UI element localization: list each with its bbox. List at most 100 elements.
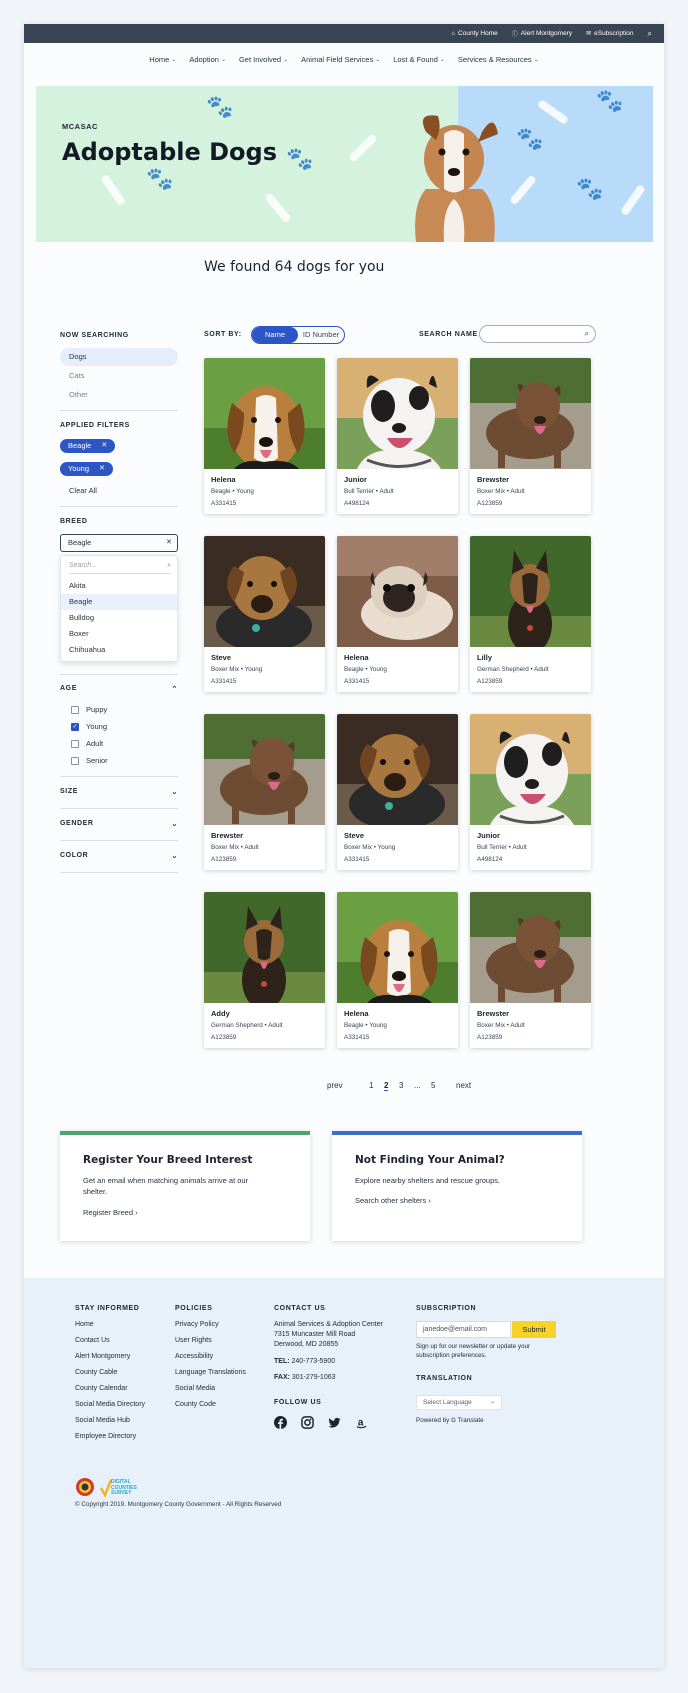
- pagination-page-5[interactable]: 5: [431, 1081, 435, 1090]
- footer-link[interactable]: Privacy Policy: [175, 1321, 219, 1328]
- gender-accordion-header[interactable]: GENDER ⌄: [60, 820, 178, 828]
- clear-all-link[interactable]: Clear All: [69, 486, 97, 495]
- footer-link[interactable]: Social Media: [175, 1385, 215, 1392]
- dog-photo[interactable]: [470, 358, 591, 469]
- pagination-page-2[interactable]: 2: [384, 1081, 389, 1091]
- search-button[interactable]: ⌕: [648, 29, 652, 39]
- species-cats[interactable]: Cats: [60, 367, 178, 385]
- nav-item-services-resources[interactable]: Services & Resources ⌄: [458, 55, 539, 64]
- nav-item-home[interactable]: Home ⌄: [149, 55, 176, 64]
- county-home-link[interactable]: ⌂ County Home: [451, 30, 497, 37]
- sort-option-id-number[interactable]: ID Number: [298, 327, 344, 343]
- footer-link[interactable]: Accessibility: [175, 1353, 213, 1360]
- pagination-page-1[interactable]: 1: [369, 1081, 373, 1090]
- breed-option-bulldog[interactable]: Bulldog: [61, 610, 177, 626]
- dog-card[interactable]: Steve Boxer Mix • Young A331415: [337, 714, 458, 870]
- dog-photo[interactable]: [337, 358, 458, 469]
- age-option-adult[interactable]: Adult: [71, 739, 103, 748]
- size-accordion-header[interactable]: SIZE ⌄: [60, 788, 178, 796]
- breed-option-chihuahua[interactable]: Chihuahua: [61, 642, 177, 658]
- instagram-icon[interactable]: [301, 1416, 314, 1429]
- dog-photo[interactable]: [337, 892, 458, 1003]
- pagination-next[interactable]: next: [456, 1081, 471, 1090]
- alert-montgomery-link[interactable]: ⓘ Alert Montgomery: [512, 29, 572, 38]
- dog-photo[interactable]: [470, 536, 591, 647]
- dog-card[interactable]: Brewster Boxer Mix • Adult A123859: [204, 714, 325, 870]
- dog-photo[interactable]: [470, 714, 591, 825]
- age-accordion-header[interactable]: AGE ⌃: [60, 685, 178, 693]
- checkbox[interactable]: [71, 705, 79, 714]
- dog-card[interactable]: Brewster Boxer Mix • Adult A123859: [470, 892, 591, 1048]
- dog-breed-age: Beagle • Young: [344, 1022, 387, 1029]
- checkbox[interactable]: [71, 739, 79, 748]
- dog-photo[interactable]: [204, 358, 325, 469]
- filter-chip-beagle[interactable]: Beagle ✕: [60, 439, 116, 453]
- dog-photo[interactable]: [204, 892, 325, 1003]
- facebook-icon[interactable]: [274, 1416, 287, 1429]
- footer-link[interactable]: Home: [75, 1321, 94, 1328]
- dog-card[interactable]: Junior Bull Terrier • Adult A498124: [470, 714, 591, 870]
- species-other[interactable]: Other: [60, 386, 178, 404]
- filter-chip-young[interactable]: Young ✕: [60, 462, 113, 476]
- dog-photo[interactable]: [204, 714, 325, 825]
- age-option-young[interactable]: ✓ Young: [71, 722, 107, 731]
- footer-link[interactable]: Social Media Hub: [75, 1417, 130, 1424]
- search-icon: ⌕: [167, 562, 171, 569]
- search-name-input[interactable]: ⌕: [479, 325, 596, 343]
- close-icon[interactable]: ✕: [166, 535, 172, 551]
- breed-option-boxer[interactable]: Boxer: [61, 626, 177, 642]
- nav-item-lost-found[interactable]: Lost & Found ⌄: [393, 55, 445, 64]
- email-field[interactable]: janedoe@email.com: [416, 1321, 511, 1338]
- dog-card[interactable]: Steve Boxer Mix • Young A331415: [204, 536, 325, 692]
- footer-link[interactable]: County Code: [175, 1401, 216, 1408]
- amazon-icon[interactable]: a: [355, 1416, 368, 1429]
- footer-link[interactable]: Alert Montgomery: [75, 1353, 130, 1360]
- footer-link[interactable]: County Cable: [75, 1369, 117, 1376]
- dog-photo[interactable]: [337, 536, 458, 647]
- dog-photo[interactable]: [470, 892, 591, 1003]
- age-option-senior[interactable]: Senior: [71, 756, 108, 765]
- nav-item-get-involved[interactable]: Get Involved ⌄: [239, 55, 288, 64]
- color-accordion-header[interactable]: COLOR ⌄: [60, 852, 178, 860]
- search-icon[interactable]: ⌕: [585, 329, 589, 339]
- dog-photo[interactable]: [337, 714, 458, 825]
- search-other-shelters-link[interactable]: Search other shelters ›: [355, 1196, 431, 1205]
- footer-link[interactable]: Employee Directory: [75, 1433, 136, 1440]
- species-dogs[interactable]: Dogs: [60, 348, 178, 366]
- pagination-page-3[interactable]: 3: [399, 1081, 403, 1090]
- dog-card[interactable]: Helena Beagle • Young A331415: [337, 536, 458, 692]
- contact-heading: CONTACT US: [274, 1305, 326, 1312]
- dog-card[interactable]: Lilly German Shepherd • Adult A123859: [470, 536, 591, 692]
- esubscription-link[interactable]: ✉ eSubscription: [586, 30, 633, 37]
- nav-item-adoption[interactable]: Adoption ⌄: [189, 55, 226, 64]
- breed-option-akita[interactable]: Akita: [61, 578, 177, 594]
- age-option-puppy[interactable]: Puppy: [71, 705, 107, 714]
- esubscription-label: eSubscription: [594, 30, 634, 37]
- submit-button[interactable]: Submit: [512, 1321, 556, 1338]
- dog-card[interactable]: Helena Beagle • Young A331415: [337, 892, 458, 1048]
- dog-card[interactable]: Helena Beagle • Young A331415: [204, 358, 325, 514]
- dog-card[interactable]: Junior Bull Terrier • Adult A498124: [337, 358, 458, 514]
- close-icon[interactable]: ✕: [101, 439, 107, 453]
- sort-option-name[interactable]: Name: [252, 327, 298, 343]
- nav-item-animal-field-services[interactable]: Animal Field Services ⌄: [301, 55, 380, 64]
- footer-link[interactable]: User Rights: [175, 1337, 212, 1344]
- checkbox[interactable]: [71, 756, 79, 765]
- breed-input[interactable]: Beagle ✕: [60, 534, 178, 552]
- pagination-prev[interactable]: prev: [327, 1081, 343, 1090]
- footer-link[interactable]: Social Media Directory: [75, 1401, 145, 1408]
- dog-card[interactable]: Brewster Boxer Mix • Adult A123859: [470, 358, 591, 514]
- copyright: © Copyright 2019. Montgomery County Gove…: [75, 1501, 282, 1508]
- footer-link[interactable]: County Calendar: [75, 1385, 128, 1392]
- breed-option-beagle[interactable]: Beagle: [61, 594, 177, 610]
- dog-photo[interactable]: [204, 536, 325, 647]
- close-icon[interactable]: ✕: [99, 462, 105, 476]
- twitter-icon[interactable]: [328, 1416, 341, 1429]
- register-breed-link[interactable]: Register Breed ›: [83, 1208, 138, 1217]
- breed-search-input[interactable]: Search... ⌕: [69, 562, 171, 574]
- footer-link[interactable]: Contact Us: [75, 1337, 110, 1344]
- checkbox-checked[interactable]: ✓: [71, 722, 79, 731]
- dog-card[interactable]: Addy German Shepherd • Adult A123859: [204, 892, 325, 1048]
- footer-link[interactable]: Language Translations: [175, 1369, 246, 1376]
- language-select[interactable]: Select Language ⌄: [416, 1395, 502, 1410]
